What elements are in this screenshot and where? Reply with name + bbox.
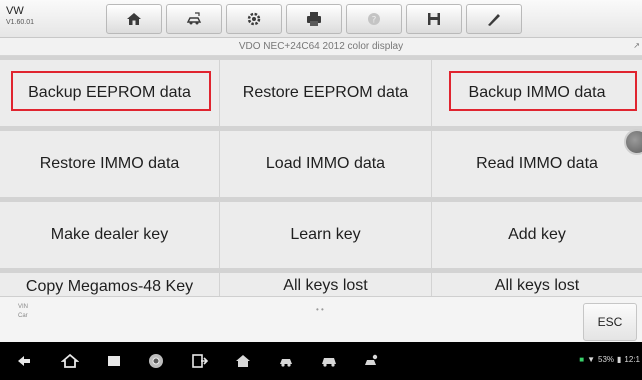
home-icon xyxy=(61,353,79,368)
home-nav-button[interactable] xyxy=(59,351,81,371)
recent-apps-button[interactable] xyxy=(103,351,125,371)
home-icon xyxy=(127,13,141,25)
esc-button[interactable]: ESC xyxy=(583,303,637,341)
vehicle-info: VIN Car xyxy=(18,303,28,321)
car-service-button[interactable] xyxy=(276,351,298,371)
edit-button[interactable] xyxy=(466,4,522,34)
vin-label: VIN xyxy=(18,304,29,310)
module-title: VDO NEC+24C64 2012 color display xyxy=(238,41,404,52)
all-keys-lost-button[interactable]: All keys lost xyxy=(220,273,431,296)
car-icon xyxy=(322,358,336,367)
remote-expert-button[interactable] xyxy=(361,351,383,371)
read-immo-data-button[interactable]: Read IMMO data xyxy=(432,131,642,197)
restore-immo-data-button[interactable]: Restore IMMO data xyxy=(0,131,219,197)
page-indicator: • • xyxy=(316,305,324,314)
subtitle-bar: VDO NEC+24C64 2012 color display ↗ xyxy=(0,38,642,56)
save-icon xyxy=(428,13,440,25)
vehicle-make: VW xyxy=(6,5,24,17)
info-footer: VIN Car • • ESC xyxy=(0,296,642,342)
maxisys-home-icon xyxy=(236,355,250,367)
maxisys-home-button[interactable] xyxy=(232,351,254,371)
recent-apps-icon xyxy=(108,356,120,366)
print-icon xyxy=(307,12,321,26)
car-service-icon xyxy=(280,359,292,367)
svg-text:?: ? xyxy=(372,16,377,26)
home-button[interactable] xyxy=(106,4,162,34)
battery-icon: ▮ xyxy=(617,355,622,364)
vehicle-swap-icon xyxy=(186,12,202,25)
restore-eeprom-data-button[interactable]: Restore EEPROM data xyxy=(220,60,431,126)
battery-level: 53% xyxy=(598,355,615,364)
clock: 12:1 xyxy=(624,355,640,364)
top-toolbar: VW V1.60.01 ? xyxy=(0,0,642,38)
car-button[interactable] xyxy=(318,351,340,371)
screen-cast-button[interactable] xyxy=(189,351,211,371)
help-icon: ? xyxy=(368,13,380,26)
vehicle-swap-button[interactable] xyxy=(166,4,222,34)
save-button[interactable] xyxy=(406,4,462,34)
make-dealer-key-button[interactable]: Make dealer key xyxy=(0,202,219,268)
toolbar-buttons: ? xyxy=(106,4,526,34)
software-version: V1.60.01 xyxy=(6,19,35,26)
status-area: ■ ▼ 53% ▮ 12:1 xyxy=(579,355,640,364)
back-icon xyxy=(18,356,30,366)
load-immo-data-button[interactable]: Load IMMO data xyxy=(220,131,431,197)
wifi-icon: ▼ xyxy=(587,355,595,364)
pen-icon xyxy=(488,14,500,26)
help-button[interactable]: ? xyxy=(346,4,402,34)
fullscreen-icon[interactable]: ↗ xyxy=(633,41,640,50)
people-car-icon xyxy=(365,354,378,365)
all-keys-lost-button-2[interactable]: All keys lost xyxy=(432,273,642,296)
add-key-button[interactable]: Add key xyxy=(432,202,642,268)
print-button[interactable] xyxy=(286,4,342,34)
vehicle-brand: VW V1.60.01 xyxy=(6,5,35,27)
system-navbar: ■ ▼ 53% ▮ 12:1 xyxy=(0,342,642,380)
settings-gear-icon xyxy=(247,12,261,26)
learn-key-button[interactable]: Learn key xyxy=(220,202,431,268)
copy-megamos-48-key-button[interactable]: Copy Megamos-48 Key xyxy=(0,273,219,296)
screen-cast-icon xyxy=(192,354,209,368)
function-grid: Backup EEPROM data Restore EEPROM data B… xyxy=(0,56,642,296)
back-button[interactable] xyxy=(13,351,35,371)
backup-eeprom-data-button[interactable]: Backup EEPROM data xyxy=(0,60,219,126)
browser-button[interactable] xyxy=(145,351,167,371)
backup-immo-data-button[interactable]: Backup IMMO data xyxy=(432,60,642,126)
settings-button[interactable] xyxy=(226,4,282,34)
chrome-icon xyxy=(149,354,163,368)
car-label: Car xyxy=(18,313,28,319)
notification-icon: ■ xyxy=(579,355,585,364)
